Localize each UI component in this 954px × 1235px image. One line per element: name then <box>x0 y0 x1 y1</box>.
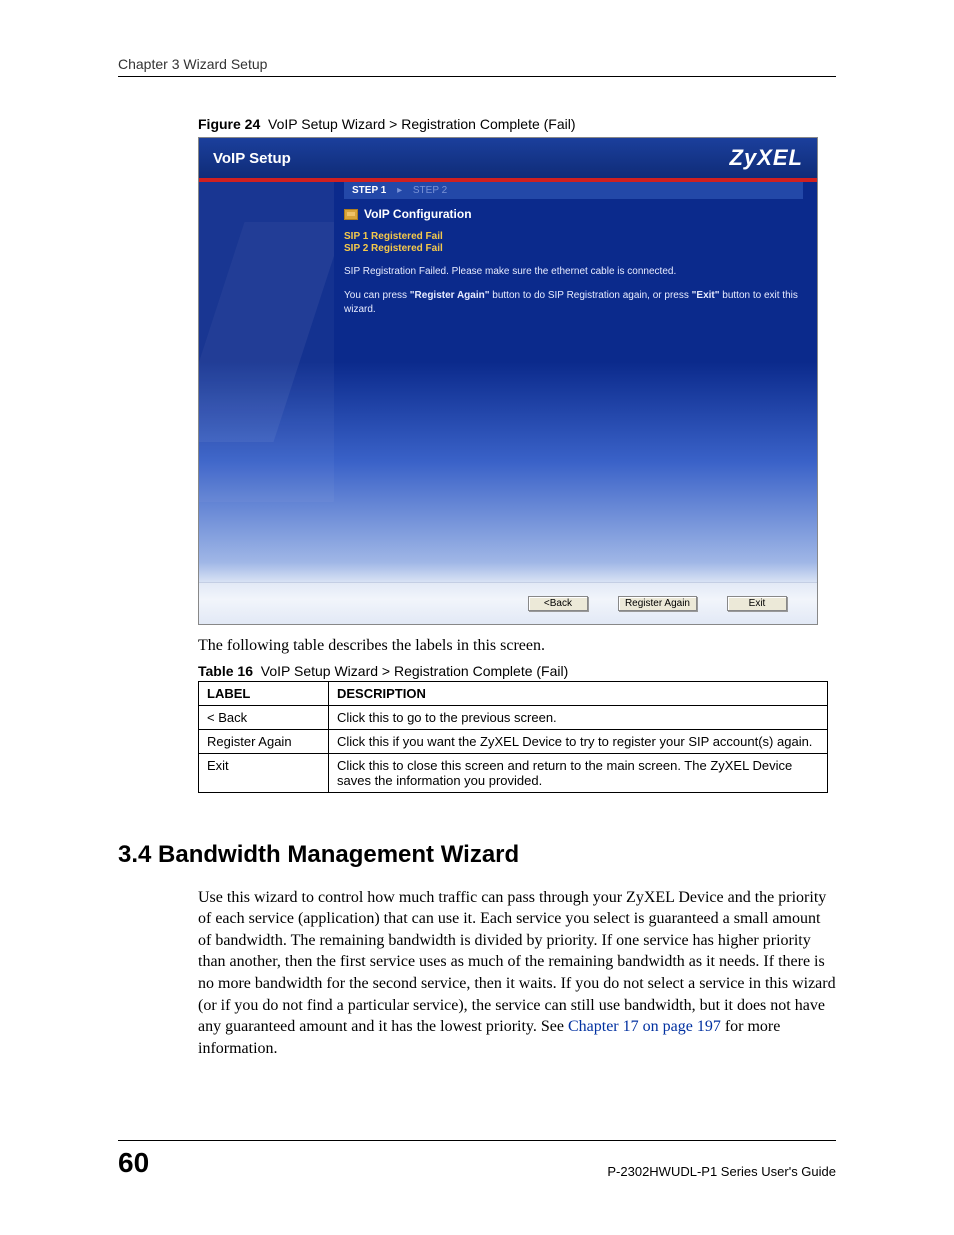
msg2-mid: button to do SIP Registration again, or … <box>489 290 691 301</box>
step-arrow: ▸ <box>397 185 402 196</box>
wizard-msg1: SIP Registration Failed. Please make sur… <box>344 265 803 279</box>
msg2-b2: "Exit" <box>692 290 720 301</box>
page-number: 60 <box>118 1147 149 1179</box>
chapter-header: Chapter 3 Wizard Setup <box>118 56 267 72</box>
figure-caption: Figure 24 VoIP Setup Wizard > Registrati… <box>198 116 836 132</box>
wizard-msg2: You can press "Register Again" button to… <box>344 289 803 317</box>
th-desc: DESCRIPTION <box>329 681 828 705</box>
th-label: LABEL <box>199 681 329 705</box>
cell-desc: Click this to close this screen and retu… <box>329 753 828 792</box>
figure-label: Figure 24 <box>198 116 260 132</box>
wizard-screenshot: VoIP Setup ZyXEL STEP 1 ▸ STEP 2 VoIP Co… <box>198 137 818 625</box>
brand-logo: ZyXEL <box>730 145 803 171</box>
wizard-right-panel: STEP 1 ▸ STEP 2 VoIP Configuration SIP 1… <box>334 182 817 582</box>
register-again-button[interactable]: Register Again <box>618 596 697 611</box>
table-header-row: LABEL DESCRIPTION <box>199 681 828 705</box>
step-1: STEP 1 <box>352 185 386 196</box>
msg2-pre: You can press <box>344 290 410 301</box>
folder-icon <box>344 209 358 220</box>
sip1-status: SIP 1 Registered Fail <box>344 231 803 243</box>
sip2-status: SIP 2 Registered Fail <box>344 243 803 255</box>
header-rule <box>118 76 836 77</box>
table-caption-text: VoIP Setup Wizard > Registration Complet… <box>261 663 569 679</box>
table-row: Exit Click this to close this screen and… <box>199 753 828 792</box>
page-footer: 60 P-2302HWUDL-P1 Series User's Guide <box>118 1140 836 1179</box>
step-indicator: STEP 1 ▸ STEP 2 <box>344 182 803 199</box>
cell-label: Exit <box>199 753 329 792</box>
intro-paragraph: The following table describes the labels… <box>198 635 836 657</box>
table-caption: Table 16 VoIP Setup Wizard > Registratio… <box>198 663 836 679</box>
table-row: Register Again Click this if you want th… <box>199 729 828 753</box>
cell-desc: Click this if you want the ZyXEL Device … <box>329 729 828 753</box>
table-row: < Back Click this to go to the previous … <box>199 705 828 729</box>
section-3-4-body: Use this wizard to control how much traf… <box>198 887 836 1060</box>
wizard-title: VoIP Setup <box>213 150 291 167</box>
step-2: STEP 2 <box>413 185 447 196</box>
wizard-section-title: VoIP Configuration <box>364 207 472 221</box>
exit-button[interactable]: Exit <box>727 596 787 611</box>
wizard-left-panel <box>199 182 334 582</box>
guide-title: P-2302HWUDL-P1 Series User's Guide <box>607 1164 836 1179</box>
chapter-17-link[interactable]: Chapter 17 on page 197 <box>568 1018 721 1035</box>
cell-label: Register Again <box>199 729 329 753</box>
section-3-4-heading: 3.4 Bandwidth Management Wizard <box>118 841 836 869</box>
cell-desc: Click this to go to the previous screen. <box>329 705 828 729</box>
table-label: Table 16 <box>198 663 253 679</box>
body-pre: Use this wizard to control how much traf… <box>198 889 836 1036</box>
figure-caption-text: VoIP Setup Wizard > Registration Complet… <box>268 116 576 132</box>
msg2-b1: "Register Again" <box>410 290 490 301</box>
wizard-footer: <Back Register Again Exit <box>199 582 817 624</box>
label-description-table: LABEL DESCRIPTION < Back Click this to g… <box>198 681 828 793</box>
wizard-body: STEP 1 ▸ STEP 2 VoIP Configuration SIP 1… <box>199 182 817 582</box>
cell-label: < Back <box>199 705 329 729</box>
wizard-titlebar: VoIP Setup ZyXEL <box>199 138 817 178</box>
wizard-section-header: VoIP Configuration <box>344 207 803 221</box>
back-button[interactable]: <Back <box>528 596 588 611</box>
